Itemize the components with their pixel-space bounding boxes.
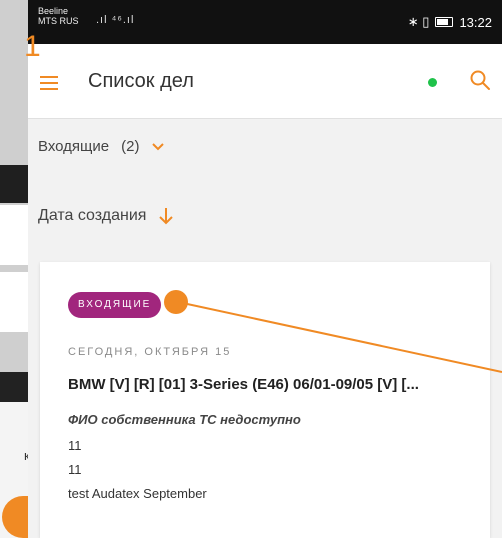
- vehicle-title: BMW [V] [R] [01] 3-Series (E46) 06/01-09…: [68, 376, 419, 393]
- signal-icon: .ıl ⁴⁶.ıl: [96, 14, 135, 26]
- status-right: ∗ ▯ 13:22: [408, 14, 492, 30]
- carrier-name: Beeline: [38, 6, 69, 16]
- sort-label: Дата создания: [38, 207, 147, 224]
- task-date: СЕГОДНЯ, ОКТЯБРЯ 15: [68, 346, 232, 358]
- filter-count: (2): [121, 138, 140, 155]
- online-status-dot: [428, 78, 437, 87]
- filter-label: Входящие: [38, 138, 110, 155]
- carrier-info: Beeline MTS RUS: [38, 6, 79, 26]
- sort-by-date-button[interactable]: Дата создания: [38, 206, 174, 226]
- phone-screen: Beeline MTS RUS .ıl ⁴⁶.ıl ∗ ▯ 13:22 Спис…: [28, 0, 502, 538]
- status-badge: ВХОДЯЩИЕ: [68, 292, 162, 318]
- detail-line-2: 11: [68, 462, 82, 477]
- carrier-name-2: MTS RUS: [38, 16, 79, 26]
- app-toolbar: Список дел: [28, 44, 502, 119]
- page-title: Список дел: [88, 70, 194, 92]
- chevron-down-icon: [152, 142, 165, 150]
- status-bar: Beeline MTS RUS .ıl ⁴⁶.ıl ∗ ▯ 13:22: [28, 0, 502, 44]
- detail-line-3: test Audatex September: [68, 486, 207, 501]
- annotation-marker: [164, 290, 188, 314]
- inbox-filter-dropdown[interactable]: Входящие (2): [38, 138, 165, 155]
- clock: 13:22: [459, 14, 492, 30]
- step-number-annotation: 1: [24, 30, 41, 63]
- bluetooth-vibrate-icons: ∗ ▯: [407, 14, 430, 29]
- detail-line-1: 11: [68, 438, 82, 453]
- owner-info: ФИО собственника ТС недоступно: [68, 412, 301, 427]
- task-card[interactable]: ВХОДЯЩИЕ СЕГОДНЯ, ОКТЯБРЯ 15 BMW [V] [R]…: [40, 262, 490, 538]
- hamburger-menu-icon[interactable]: [40, 76, 58, 90]
- battery-icon: [435, 17, 454, 27]
- search-icon[interactable]: [468, 68, 492, 92]
- arrow-down-icon: [159, 208, 174, 225]
